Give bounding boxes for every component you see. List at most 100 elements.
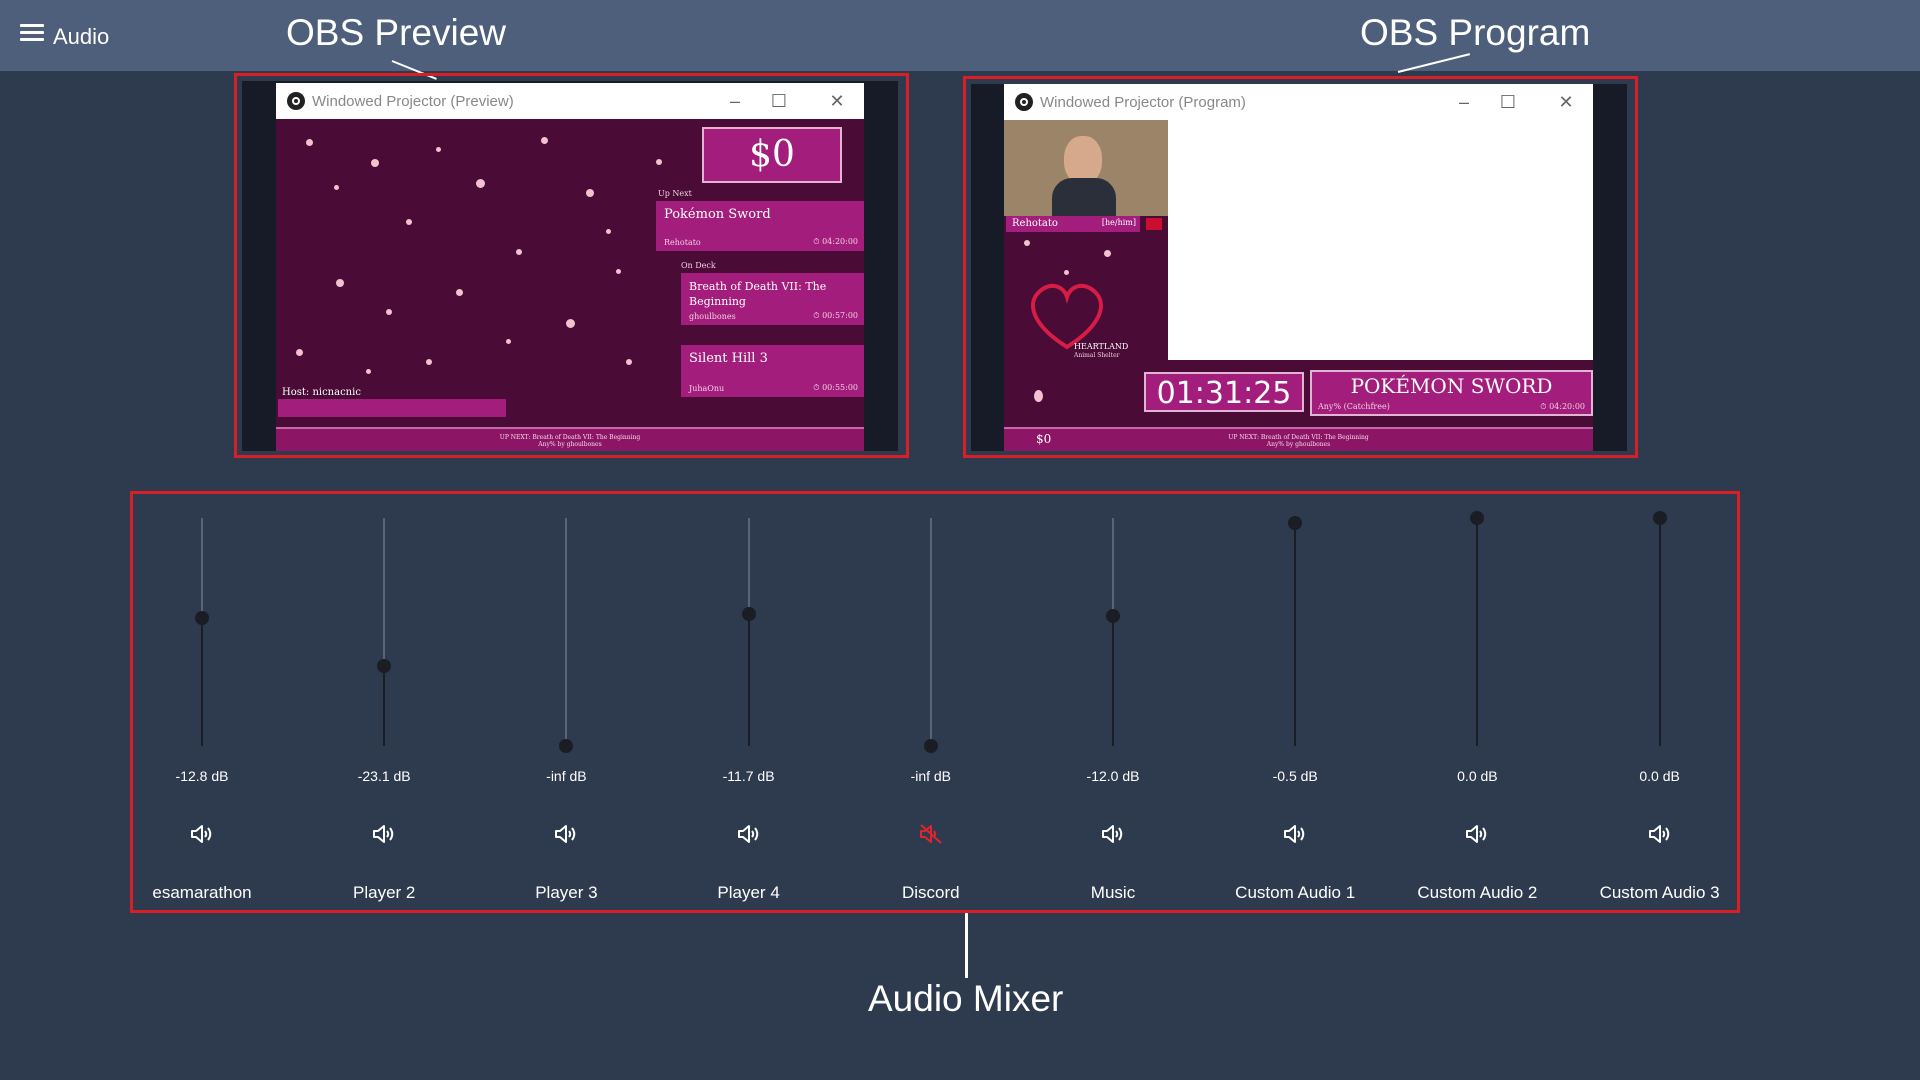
maximize-icon[interactable]: ☐ — [1495, 90, 1521, 114]
program-titlebar: Windowed Projector (Program) – ☐ ✕ — [1004, 84, 1593, 120]
slot-3-time: ⏱ 00:55:00 — [813, 383, 858, 392]
volume-slider-fill[interactable] — [383, 666, 386, 746]
volume-slider-thumb[interactable] — [1288, 515, 1303, 530]
channel-name-label: Player 3 — [535, 883, 598, 902]
preview-window-title: Windowed Projector (Preview) — [312, 93, 514, 110]
program-window: Windowed Projector (Program) – ☐ ✕ Rehot… — [1004, 84, 1593, 451]
volume-slider-thumb[interactable] — [195, 611, 209, 626]
volume-slider-track[interactable] — [929, 518, 932, 746]
preview-slot-1: Pokémon Sword Rehotato ⏱ 04:20:00 — [656, 201, 864, 251]
runner-nameplate: Rehotato [he/him] — [1006, 216, 1140, 232]
volume-slider-thumb[interactable] — [1652, 511, 1667, 525]
callout-mixer-pointer — [965, 912, 968, 978]
mixer-channel: 0.0 dB Custom Audio 3 — [1569, 500, 1751, 910]
speaker-icon[interactable] — [554, 823, 578, 845]
speaker-icon[interactable] — [1465, 823, 1489, 845]
volume-db-label: -inf dB — [910, 768, 952, 784]
channel-name-label: Custom Audio 1 — [1235, 883, 1356, 902]
volume-db-label: -23.1 dB — [357, 768, 411, 784]
close-icon[interactable]: ✕ — [824, 89, 850, 113]
slot-1-time: ⏱ 04:20:00 — [813, 237, 858, 246]
preview-ticker-bar: UP NEXT: Breath of Death VII: The Beginn… — [276, 427, 864, 451]
preview-slot-2: Breath of Death VII: The Beginning ghoul… — [681, 273, 864, 325]
volume-slider-thumb[interactable] — [741, 606, 756, 621]
volume-db-label: 0.0 dB — [1457, 768, 1498, 784]
program-window-title: Windowed Projector (Program) — [1040, 94, 1246, 111]
slot-2-runner: ghoulbones — [689, 312, 736, 321]
speaker-icon[interactable] — [1648, 823, 1672, 845]
channel-name-label: Music — [1090, 883, 1136, 902]
volume-slider-thumb[interactable] — [923, 739, 938, 753]
mixer-channel: 0.0 dB Custom Audio 2 — [1386, 500, 1568, 910]
obs-logo-icon — [1015, 93, 1033, 111]
volume-slider-thumb[interactable] — [377, 659, 392, 674]
speaker-icon[interactable] — [1283, 823, 1307, 845]
channel-name-label: esamarathon — [152, 883, 252, 902]
ticker-line-1: UP NEXT: Breath of Death VII: The Beginn… — [499, 434, 641, 441]
callout-obs-program: OBS Program — [1360, 12, 1591, 53]
volume-db-label: -12.0 dB — [1086, 768, 1140, 784]
channel-name-label: Custom Audio 2 — [1417, 883, 1538, 902]
slot-3-runner: JuhaOnu — [689, 384, 725, 393]
channel-name-label: Discord — [901, 883, 960, 902]
mixer-channel: -0.5 dB Custom Audio 1 — [1204, 500, 1386, 910]
volume-slider-track[interactable] — [1112, 518, 1114, 617]
volume-db-label: -inf dB — [546, 768, 587, 784]
slot-2-time: ⏱ 00:57:00 — [813, 311, 858, 320]
webcam-face — [1064, 136, 1102, 184]
volume-slider-fill[interactable] — [1658, 518, 1661, 746]
slot-1-game: Pokémon Sword — [664, 207, 771, 222]
volume-slider-thumb[interactable] — [559, 739, 574, 753]
volume-db-label: 0.0 dB — [1639, 768, 1680, 784]
preview-titlebar: Windowed Projector (Preview) – ☐ ✕ — [276, 83, 864, 119]
volume-slider-thumb[interactable] — [1106, 609, 1120, 624]
close-icon[interactable]: ✕ — [1553, 90, 1579, 114]
volume-slider-track[interactable] — [383, 518, 386, 667]
mixer-channel: -inf dB Player 3 — [475, 500, 657, 910]
webcam-shirt — [1052, 178, 1116, 216]
channel-name-label: Player 4 — [717, 883, 780, 902]
shelter-sub: Animal Shelter — [1074, 352, 1120, 359]
program-ticker-line-2: Any% by ghoulbones — [1266, 441, 1331, 448]
program-scene: Rehotato [he/him] HEARTLAND Animal Shelt… — [1004, 120, 1593, 451]
volume-db-label: -0.5 dB — [1272, 768, 1318, 784]
slot-1-runner: Rehotato — [664, 238, 701, 247]
game-capture-area — [1168, 120, 1593, 360]
speaker-muted-icon[interactable] — [919, 823, 943, 845]
mixer-channel: -inf dB Discord — [840, 500, 1022, 910]
callout-audio-mixer: Audio Mixer — [868, 978, 1064, 1019]
slot-2-game: Breath of Death VII: The Beginning — [689, 280, 827, 308]
volume-slider-thumb[interactable] — [1470, 511, 1485, 525]
program-ticker-bar: $0 UP NEXT: Breath of Death VII: The Beg… — [1004, 427, 1593, 451]
maximize-icon[interactable]: ☐ — [766, 89, 792, 113]
volume-slider-fill[interactable] — [1476, 518, 1479, 746]
hamburger-menu-icon[interactable] — [20, 24, 44, 46]
speaker-icon[interactable] — [190, 823, 214, 845]
minimize-icon[interactable]: – — [722, 89, 748, 113]
volume-slider-fill[interactable] — [1294, 522, 1297, 746]
preview-projector: Windowed Projector (Preview) – ☐ ✕ $0 Up… — [242, 81, 898, 451]
mixer-channel: -12.0 dB Music — [1022, 500, 1204, 910]
preview-window: Windowed Projector (Preview) – ☐ ✕ $0 Up… — [276, 83, 864, 451]
on-deck-label: On Deck — [681, 261, 716, 270]
webcam-feed — [1004, 120, 1168, 216]
speaker-icon[interactable] — [372, 823, 396, 845]
speaker-icon[interactable] — [1101, 823, 1125, 845]
slot-3-game: Silent Hill 3 — [689, 351, 768, 366]
volume-slider-track[interactable] — [747, 518, 750, 614]
mixer-channel: -12.8 dB esamarathon — [111, 500, 293, 910]
program-category: Any% (Catchfree) — [1318, 402, 1390, 411]
program-projector: Windowed Projector (Program) – ☐ ✕ Rehot… — [971, 84, 1627, 451]
speaker-icon[interactable] — [737, 823, 761, 845]
volume-slider-fill[interactable] — [1112, 616, 1114, 746]
up-next-label: Up Next — [658, 189, 692, 198]
volume-slider-fill[interactable] — [747, 613, 750, 746]
ticker-line-2: Any% by ghoulbones — [538, 441, 602, 448]
minimize-icon[interactable]: – — [1451, 90, 1477, 114]
volume-slider-track[interactable] — [565, 518, 568, 746]
channel-name-label: Custom Audio 3 — [1599, 883, 1720, 902]
preview-donation-total: $0 — [702, 127, 842, 183]
run-timer: 01:31:25 — [1144, 372, 1304, 412]
volume-slider-fill[interactable] — [201, 618, 203, 746]
volume-slider-track[interactable] — [201, 518, 203, 619]
